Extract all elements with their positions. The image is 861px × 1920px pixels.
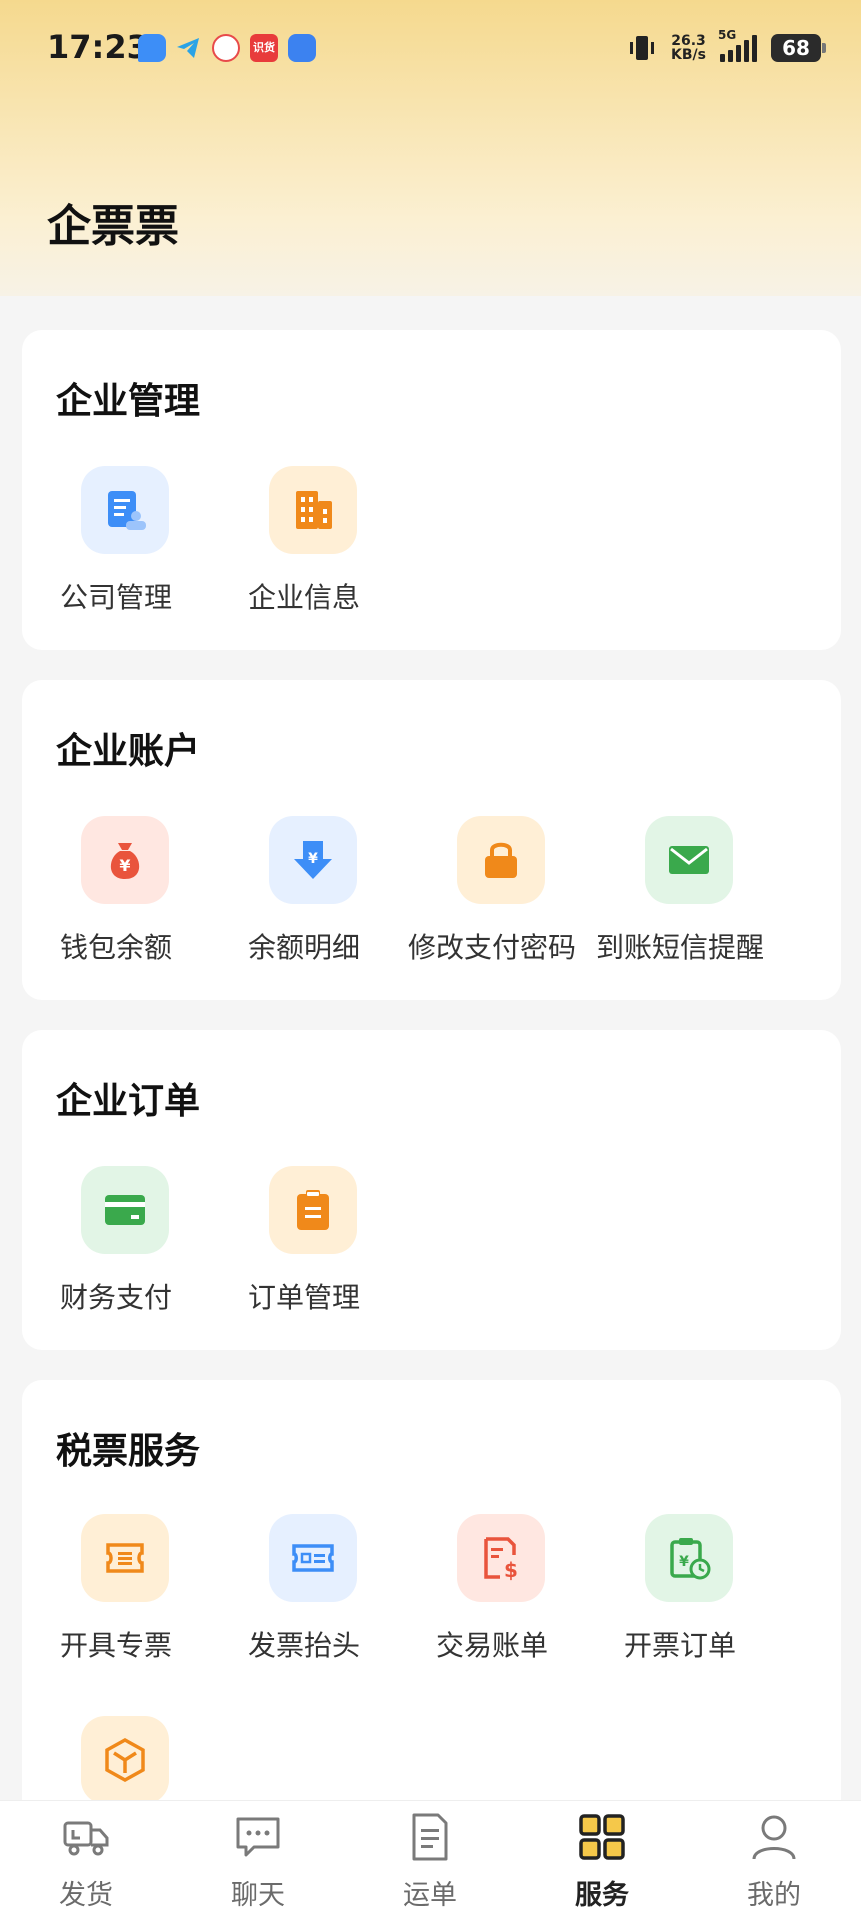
menu-item-change-payment-password[interactable]: 修改支付密码: [398, 816, 586, 976]
network-speed: 26.3 KB/s: [671, 33, 706, 63]
nav-item-waybill[interactable]: 运单: [344, 1801, 516, 1920]
menu-item-label: 修改支付密码: [407, 931, 576, 964]
app-screen: 17:23 识货 26.3 KB/s 5G 68 企票票 企业管理 公司管理 企…: [0, 0, 861, 1920]
telegram-icon: [174, 34, 202, 62]
nav-label: 聊天: [231, 1880, 285, 1911]
section-enterprise-orders: 企业订单 财务支付 订单管理: [22, 1030, 841, 1350]
menu-item-label: 订单管理: [247, 1281, 360, 1314]
card-icon: [81, 1166, 169, 1254]
download-yuan-icon: ¥: [269, 816, 357, 904]
section-title: 税票服务: [56, 1431, 201, 1472]
menu-item-transaction-bill[interactable]: $ 交易账单: [398, 1514, 586, 1674]
menu-item-label: 余额明细: [247, 931, 360, 964]
battery-icon: 68: [771, 34, 826, 62]
section-title: 企业管理: [56, 381, 201, 422]
menu-item-label: 钱包余额: [59, 931, 172, 964]
nav-item-services[interactable]: 服务: [516, 1801, 688, 1920]
svg-text:¥: ¥: [679, 1554, 689, 1570]
status-time: 17:23: [47, 28, 149, 66]
section-enterprise-account: 企业账户 ¥ 钱包余额 ¥ 余额明细 修改支付密码 到账短信提醒: [22, 680, 841, 1000]
menu-item-label: 开具专票: [59, 1629, 172, 1662]
clipboard-clock-icon: ¥: [645, 1514, 733, 1602]
mascot-app-icon: [212, 34, 240, 62]
cloud-app-icon: [288, 34, 316, 62]
invoice-header-icon: [269, 1514, 357, 1602]
menu-item-sms-arrival-reminder[interactable]: 到账短信提醒: [586, 816, 774, 976]
menu-item-label: 交易账单: [435, 1629, 548, 1662]
building-icon: [269, 466, 357, 554]
nav-item-profile[interactable]: 我的: [688, 1801, 860, 1920]
menu-item-invoice-header[interactable]: 发票抬头: [210, 1514, 398, 1674]
notification-app-icon: [138, 34, 166, 62]
header: 17:23 识货 26.3 KB/s 5G 68 企票票: [0, 0, 861, 296]
status-bar: 17:23 识货 26.3 KB/s 5G 68: [0, 0, 861, 100]
menu-item-enterprise-info[interactable]: 企业信息: [210, 466, 398, 626]
menu-item-label: 发票抬头: [247, 1629, 360, 1662]
menu-item-label: 开票订单: [623, 1629, 736, 1662]
svg-text:¥: ¥: [119, 856, 130, 875]
signal-icon: 5G: [718, 28, 757, 62]
bill-dollar-icon: $: [457, 1514, 545, 1602]
nav-item-shipping[interactable]: 发货: [0, 1801, 172, 1920]
status-indicators: 26.3 KB/s 5G 68: [627, 28, 826, 66]
menu-item-invoicing-orders[interactable]: ¥ 开票订单: [586, 1514, 774, 1674]
money-bag-icon: ¥: [81, 816, 169, 904]
nav-label: 发货: [59, 1880, 113, 1911]
clipboard-icon: [269, 1166, 357, 1254]
menu-item-order-management[interactable]: 订单管理: [210, 1166, 398, 1326]
menu-item-financial-payment[interactable]: 财务支付: [22, 1166, 210, 1326]
mail-icon: [645, 816, 733, 904]
menu-item-wallet-balance[interactable]: ¥ 钱包余额: [22, 816, 210, 976]
section-enterprise-management: 企业管理 公司管理 企业信息: [22, 330, 841, 650]
menu-item-label: 到账短信提醒: [595, 931, 764, 964]
section-tax-invoice-services: 税票服务 开具专票 发票抬头 $ 交易账单 ¥ 开票订单: [22, 1380, 841, 1840]
nav-label: 我的: [747, 1880, 801, 1911]
truck-icon: [63, 1821, 109, 1856]
menu-item-issue-special-invoice[interactable]: 开具专票: [22, 1514, 210, 1674]
shihuo-app-icon: 识货: [250, 34, 278, 62]
page-title: 企票票: [47, 201, 179, 252]
person-icon: [752, 1815, 796, 1860]
section-title: 企业订单: [56, 1081, 201, 1122]
bottom-nav: 发货 聊天 运单 服务 我的: [0, 1800, 861, 1920]
lock-icon: [457, 816, 545, 904]
menu-item-label: 公司管理: [59, 581, 172, 614]
grid-icon: [579, 1814, 625, 1860]
nav-label: 运单: [403, 1880, 457, 1911]
vibrate-icon: [630, 36, 655, 60]
svg-text:$: $: [504, 1558, 518, 1582]
menu-item-company-management[interactable]: 公司管理: [22, 466, 210, 626]
box-icon: [81, 1716, 169, 1804]
menu-item-label: 企业信息: [247, 581, 360, 614]
menu-item-label: 财务支付: [59, 1281, 172, 1314]
menu-item-balance-details[interactable]: ¥ 余额明细: [210, 816, 398, 976]
document-icon: [412, 1813, 448, 1861]
nav-label: 服务: [575, 1880, 629, 1911]
ticket-icon: [81, 1514, 169, 1602]
nav-item-chat[interactable]: 聊天: [172, 1801, 344, 1920]
svg-text:¥: ¥: [308, 851, 318, 867]
chat-icon: [236, 1817, 280, 1857]
section-title: 企业账户: [56, 731, 201, 772]
company-doc-icon: [81, 466, 169, 554]
